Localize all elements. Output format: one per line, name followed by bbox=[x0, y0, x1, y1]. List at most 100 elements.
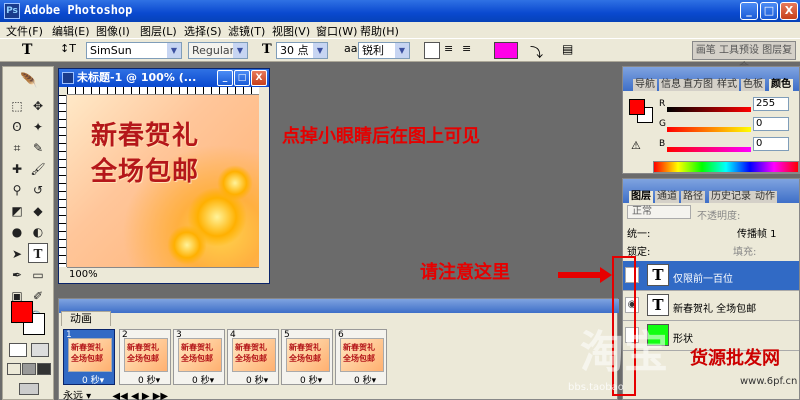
menu-filter[interactable]: 滤镜(T) bbox=[228, 23, 265, 39]
layer-row[interactable]: T 仅限前一百位 bbox=[623, 261, 799, 291]
align-right-button[interactable]: ≡ bbox=[462, 42, 478, 59]
antialias-select[interactable]: 锐利 ▼ bbox=[358, 42, 410, 59]
eraser-tool-icon[interactable]: ◩ bbox=[7, 201, 27, 221]
screen-mode-full-button[interactable] bbox=[37, 363, 51, 375]
menu-image[interactable]: 图像(I) bbox=[96, 23, 130, 39]
blue-slider[interactable] bbox=[667, 147, 751, 152]
palettes-toggle-icon[interactable]: ▤ bbox=[562, 42, 573, 59]
animation-frame[interactable]: 3 0 秒▾ bbox=[173, 329, 225, 386]
doc-maximize-button[interactable]: □ bbox=[234, 70, 250, 86]
font-size-select[interactable]: 30 点 ▼ bbox=[276, 42, 328, 59]
document-canvas[interactable]: 新春贺礼 全场包邮 bbox=[67, 95, 259, 267]
red-value-input[interactable]: 255 bbox=[753, 97, 789, 111]
align-left-button[interactable] bbox=[424, 42, 440, 59]
tab-paths[interactable]: 路径 bbox=[681, 191, 705, 203]
tab-history[interactable]: 历史记录 bbox=[709, 191, 753, 203]
tab-color[interactable]: 颜色 bbox=[769, 79, 793, 91]
doc-close-button[interactable]: X bbox=[251, 70, 267, 86]
document-title-bar: 未标题-1 @ 100% (... _ □ X bbox=[59, 69, 269, 87]
crop-tool-icon[interactable]: ⌗ bbox=[7, 138, 27, 158]
tab-info[interactable]: 信息 bbox=[659, 79, 683, 91]
frame-delay[interactable]: 0 秒▾ bbox=[246, 373, 268, 386]
dodge-tool-icon[interactable]: ◐ bbox=[28, 222, 48, 242]
doc-minimize-button[interactable]: _ bbox=[217, 70, 233, 86]
green-value-input[interactable]: 0 bbox=[753, 117, 789, 131]
flower-decoration bbox=[167, 225, 207, 265]
menu-view[interactable]: 视图(V) bbox=[272, 23, 310, 39]
quick-mask-button[interactable] bbox=[31, 343, 49, 357]
tab-histogram[interactable]: 直方图 bbox=[681, 79, 715, 91]
font-style-select[interactable]: Regular ▼ bbox=[188, 42, 248, 59]
text-orientation-icon[interactable]: ↕T bbox=[60, 42, 76, 59]
frame-delay[interactable]: 0 秒▾ bbox=[138, 373, 160, 386]
tab-styles[interactable]: 样式 bbox=[715, 79, 739, 91]
imageready-jump-button[interactable] bbox=[19, 383, 39, 395]
document-window: 未标题-1 @ 100% (... _ □ X 新春贺礼 全场包邮 100% bbox=[58, 68, 270, 284]
blue-value-input[interactable]: 0 bbox=[753, 137, 789, 151]
standard-mode-button[interactable] bbox=[9, 343, 27, 357]
playback-buttons[interactable]: ◀◀ ◀ ▶ ▶▶ bbox=[112, 391, 168, 400]
color-spectrum-bar[interactable] bbox=[653, 161, 799, 173]
text-color-swatch[interactable] bbox=[494, 42, 518, 59]
healing-brush-tool-icon[interactable]: ✚ bbox=[7, 159, 27, 179]
menu-help[interactable]: 帮助(H) bbox=[360, 23, 399, 39]
blur-tool-icon[interactable]: ● bbox=[7, 222, 27, 242]
marquee-tool-icon[interactable]: ⬚ bbox=[7, 96, 27, 116]
fill-label: 填充: bbox=[733, 247, 757, 258]
frame-delay[interactable]: 0 秒▾ bbox=[354, 373, 376, 386]
blend-mode-select[interactable]: 正常 bbox=[627, 205, 691, 219]
minimize-button[interactable]: _ bbox=[740, 2, 758, 20]
magic-wand-tool-icon[interactable]: ✦ bbox=[28, 117, 48, 137]
font-family-select[interactable]: SimSun ▼ bbox=[86, 42, 182, 59]
propagate-frame-checkbox[interactable]: 传播帧 1 bbox=[737, 225, 777, 240]
pen-tool-icon[interactable]: ✒ bbox=[7, 265, 27, 285]
maximize-button[interactable]: □ bbox=[760, 2, 778, 20]
document-status-bar: 100% bbox=[67, 267, 259, 281]
align-center-button[interactable]: ≡ bbox=[444, 42, 460, 59]
move-tool-icon[interactable]: ✥ bbox=[28, 96, 48, 116]
antialias-value: 锐利 bbox=[362, 44, 384, 57]
menu-window[interactable]: 窗口(W) bbox=[316, 23, 357, 39]
animation-frame[interactable]: 1 0 秒▾ bbox=[63, 329, 115, 386]
lasso-tool-icon[interactable]: ʘ bbox=[7, 117, 27, 137]
red-slider[interactable] bbox=[667, 107, 751, 112]
animation-frame[interactable]: 4 0 秒▾ bbox=[227, 329, 279, 386]
menu-edit[interactable]: 编辑(E) bbox=[52, 23, 90, 39]
type-tool-icon[interactable]: T bbox=[28, 243, 48, 263]
tab-navigator[interactable]: 导航 bbox=[633, 79, 657, 91]
frame-delay[interactable]: 0 秒▾ bbox=[82, 373, 104, 386]
paint-bucket-tool-icon[interactable]: ◆ bbox=[28, 201, 48, 221]
close-button[interactable]: X bbox=[780, 2, 798, 20]
animation-frame[interactable]: 2 0 秒▾ bbox=[119, 329, 171, 386]
foreground-color-swatch[interactable] bbox=[11, 301, 33, 323]
menu-file[interactable]: 文件(F) bbox=[6, 23, 43, 39]
screen-mode-standard-button[interactable] bbox=[7, 363, 21, 375]
history-brush-tool-icon[interactable]: ↺ bbox=[28, 180, 48, 200]
frame-delay[interactable]: 0 秒▾ bbox=[300, 373, 322, 386]
clone-stamp-tool-icon[interactable]: ⚲ bbox=[7, 180, 27, 200]
tab-swatches[interactable]: 色板 bbox=[741, 79, 765, 91]
layer-row[interactable]: ◉ T 新春贺礼 全场包邮 bbox=[623, 291, 799, 321]
loop-select[interactable]: 永远 ▾ bbox=[63, 391, 91, 400]
animation-tab[interactable]: 动画 bbox=[61, 311, 111, 326]
color-fg-swatch[interactable] bbox=[629, 99, 645, 115]
shape-tool-icon[interactable]: ▭ bbox=[28, 265, 48, 285]
animation-frame[interactable]: 6 0 秒▾ bbox=[335, 329, 387, 386]
green-slider[interactable] bbox=[667, 127, 751, 132]
zoom-level[interactable]: 100% bbox=[69, 269, 98, 280]
frame-delay[interactable]: 0 秒▾ bbox=[192, 373, 214, 386]
warp-text-icon[interactable]: ⤵ bbox=[530, 42, 543, 61]
tab-layers[interactable]: 图层 bbox=[629, 191, 653, 203]
tool-presets-tab[interactable]: 画笔 工具预设 图层复合 bbox=[692, 41, 796, 73]
path-select-tool-icon[interactable]: ➤ bbox=[7, 244, 27, 264]
document-scrollbar[interactable] bbox=[259, 87, 269, 283]
text-tool-preset-icon[interactable]: T bbox=[22, 42, 32, 59]
tab-actions[interactable]: 动作 bbox=[753, 191, 777, 203]
menu-select[interactable]: 选择(S) bbox=[184, 23, 222, 39]
screen-mode-full-menu-button[interactable] bbox=[22, 363, 36, 375]
slice-tool-icon[interactable]: ✎ bbox=[28, 138, 48, 158]
tab-channels[interactable]: 通道 bbox=[655, 191, 679, 203]
brush-tool-icon[interactable]: 🖌 bbox=[28, 159, 48, 179]
animation-frame[interactable]: 5 0 秒▾ bbox=[281, 329, 333, 386]
menu-layer[interactable]: 图层(L) bbox=[140, 23, 177, 39]
